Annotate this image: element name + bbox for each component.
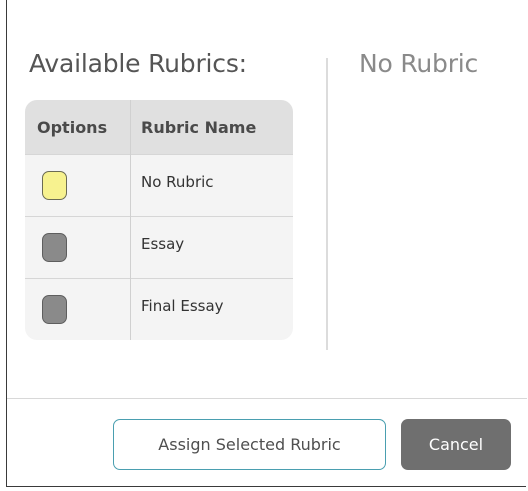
header-rubric-name: Rubric Name bbox=[141, 118, 257, 137]
option-radio-no-rubric[interactable] bbox=[42, 171, 67, 200]
assign-rubric-dialog: Available Rubrics: No Rubric Options Rub… bbox=[6, 0, 527, 487]
option-radio-essay[interactable] bbox=[42, 233, 67, 262]
assign-selected-rubric-button[interactable]: Assign Selected Rubric bbox=[113, 419, 386, 470]
footer-divider bbox=[7, 398, 527, 399]
rubric-table: Options Rubric Name No Rubric Essay Fina… bbox=[25, 100, 293, 340]
column-divider bbox=[130, 100, 131, 340]
table-header: Options Rubric Name bbox=[25, 100, 293, 154]
rubric-name-cell: Final Essay bbox=[141, 297, 224, 315]
table-row: No Rubric bbox=[25, 154, 293, 216]
rubric-name-cell: Essay bbox=[141, 235, 185, 253]
header-options: Options bbox=[37, 118, 108, 137]
table-row: Final Essay bbox=[25, 278, 293, 340]
selected-rubric-title: No Rubric bbox=[359, 49, 479, 78]
cancel-button[interactable]: Cancel bbox=[401, 419, 511, 470]
option-radio-final-essay[interactable] bbox=[42, 295, 67, 324]
rubric-name-cell: No Rubric bbox=[141, 173, 214, 191]
available-rubrics-title: Available Rubrics: bbox=[29, 49, 247, 78]
table-row: Essay bbox=[25, 216, 293, 278]
vertical-divider bbox=[326, 58, 328, 350]
